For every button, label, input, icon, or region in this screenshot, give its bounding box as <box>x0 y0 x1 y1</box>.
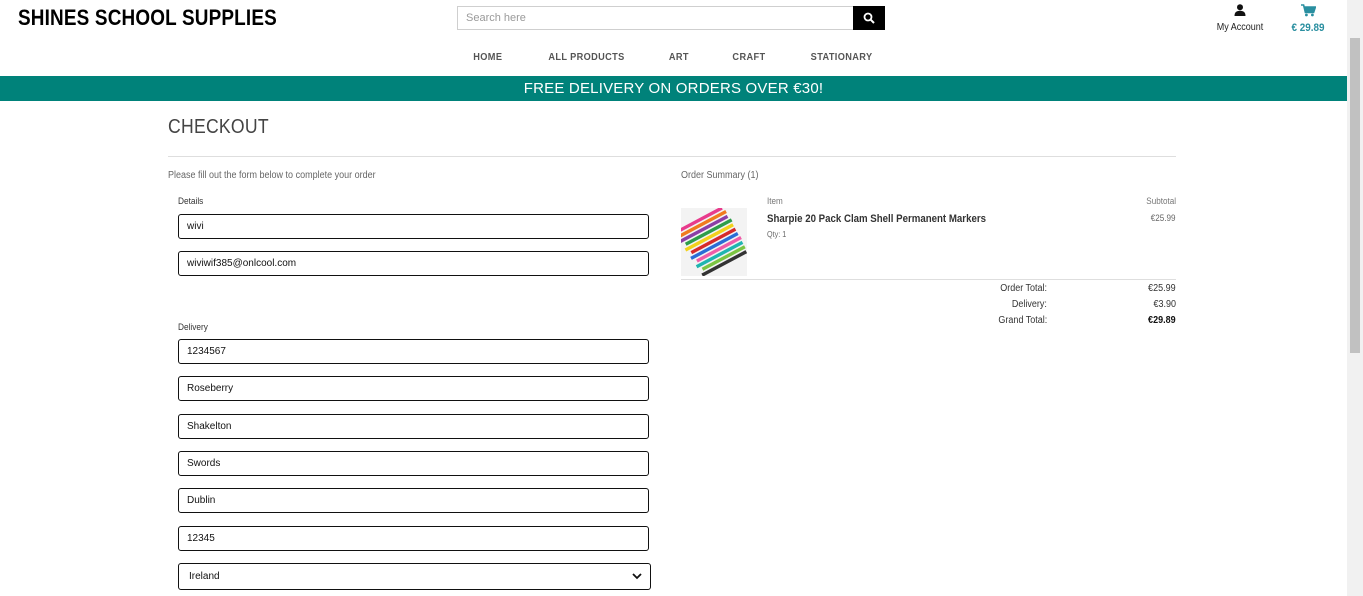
nav-all-products[interactable]: ALL PRODUCTS <box>548 52 624 63</box>
order-summary-title: Order Summary (1) <box>681 170 759 181</box>
search-bar <box>457 6 885 30</box>
my-account-label: My Account <box>1216 22 1264 33</box>
product-qty: Qty: 1 <box>767 230 787 239</box>
main-nav: HOME ALL PRODUCTS ART CRAFT STATIONARY <box>0 52 1347 63</box>
full-name-field[interactable] <box>178 214 649 239</box>
scrollbar-thumb[interactable] <box>1350 38 1360 353</box>
street-address-1-field[interactable] <box>178 376 649 401</box>
search-icon <box>863 12 875 24</box>
nav-art[interactable]: ART <box>669 52 689 63</box>
nav-stationary[interactable]: STATIONARY <box>810 52 872 63</box>
item-column-header: Item <box>767 196 783 206</box>
postcode-field[interactable] <box>178 526 649 551</box>
user-icon <box>1234 4 1246 16</box>
nav-home[interactable]: HOME <box>474 52 503 63</box>
grand-total-value: €29.89 <box>1148 315 1176 326</box>
delivery-value: €3.90 <box>1153 299 1176 310</box>
cart-icon <box>1300 4 1317 17</box>
grand-total-label: Grand Total: <box>998 315 1047 326</box>
site-logo[interactable]: SHINES SCHOOL SUPPLIES <box>18 5 277 31</box>
cart-total: € 29.89 <box>1291 22 1325 34</box>
nav-craft[interactable]: CRAFT <box>732 52 765 63</box>
divider <box>168 156 1176 157</box>
delivery-banner: FREE DELIVERY ON ORDERS OVER €30! <box>0 76 1347 101</box>
page-title: CHECKOUT <box>168 116 269 138</box>
page-scrollbar[interactable] <box>1347 0 1363 596</box>
product-image <box>681 208 747 276</box>
product-name: Sharpie 20 Pack Clam Shell Permanent Mar… <box>767 213 986 225</box>
delivery-label: Delivery: <box>1011 299 1047 310</box>
summary-divider <box>681 279 1176 280</box>
form-intro: Please fill out the form below to comple… <box>168 170 376 181</box>
country-value: Ireland <box>189 571 220 582</box>
subtotal-column-header: Subtotal <box>1146 196 1176 206</box>
order-total-value: €25.99 <box>1148 283 1176 294</box>
my-account-link[interactable]: My Account <box>1212 4 1268 33</box>
details-legend: Details <box>178 196 204 206</box>
delivery-legend: Delivery <box>178 322 208 332</box>
street-address-2-field[interactable] <box>178 414 649 439</box>
county-field[interactable] <box>178 488 649 513</box>
town-field[interactable] <box>178 451 649 476</box>
email-field[interactable] <box>178 251 649 276</box>
product-subtotal: €25.99 <box>1151 213 1176 223</box>
order-total-label: Order Total: <box>1000 283 1047 294</box>
search-input[interactable] <box>457 6 853 30</box>
phone-field[interactable] <box>178 339 649 364</box>
search-button[interactable] <box>853 6 885 30</box>
cart-link[interactable]: € 29.89 <box>1286 4 1330 34</box>
country-select[interactable]: Ireland <box>178 563 651 590</box>
chevron-down-icon <box>632 573 642 580</box>
